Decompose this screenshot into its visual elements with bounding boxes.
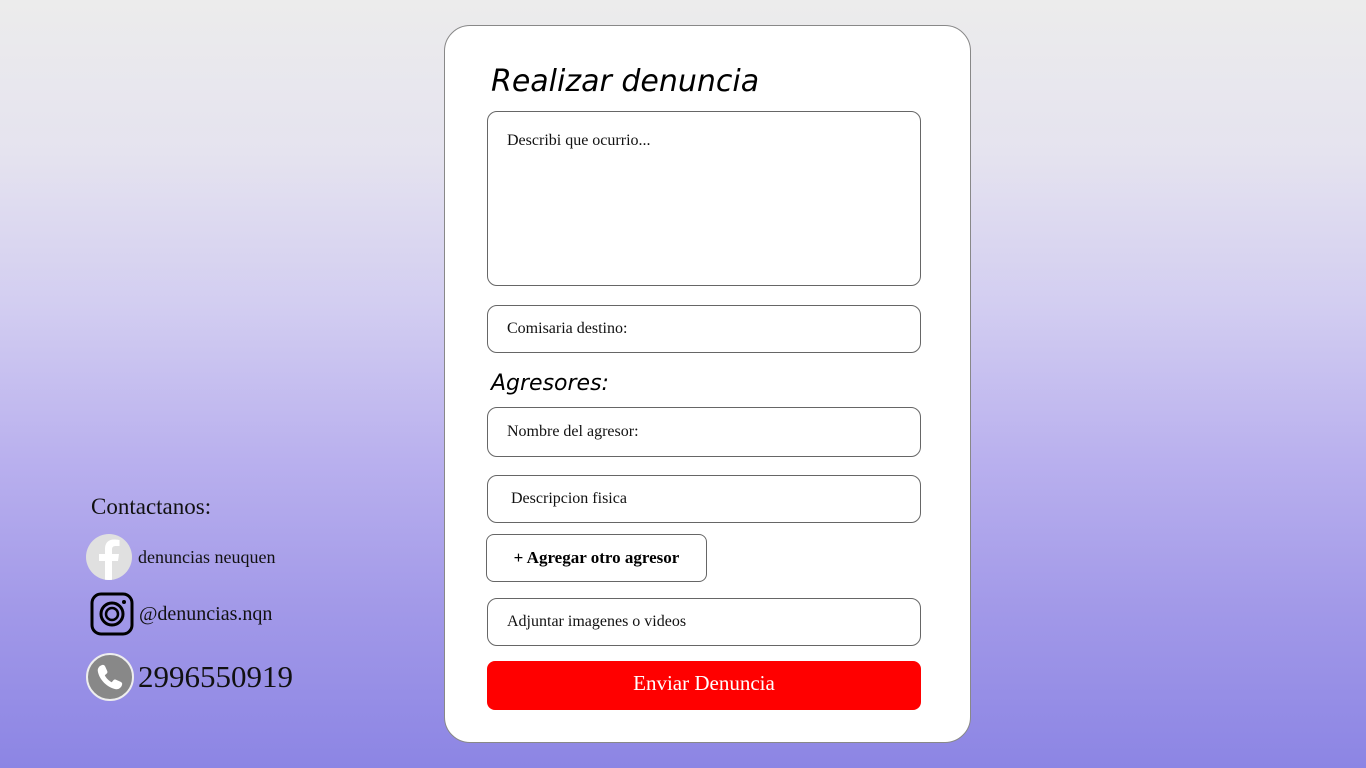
agresores-heading: Agresores: <box>491 371 609 396</box>
agresor-name-placeholder: Nombre del agresor: <box>507 423 639 440</box>
agresor-description-field[interactable]: Descripcion fisica <box>487 475 921 523</box>
page-title: Realizar denuncia <box>491 64 760 99</box>
contact-instagram[interactable]: @denuncias.nqn <box>86 592 272 636</box>
facebook-handle: denuncias neuquen <box>138 546 276 567</box>
attach-media-label: Adjuntar imagenes o videos <box>507 613 687 630</box>
agresor-description-placeholder: Descripcion fisica <box>511 490 627 507</box>
instagram-handle: @denuncias.nqn <box>139 602 273 625</box>
attach-media-button[interactable]: Adjuntar imagenes o videos <box>487 598 921 646</box>
instagram-icon <box>90 592 134 636</box>
submit-label: Enviar Denuncia <box>633 671 775 695</box>
description-placeholder: Describi que ocurrio... <box>507 132 651 149</box>
submit-button[interactable]: Enviar Denuncia <box>487 661 921 710</box>
agresor-name-field[interactable]: Nombre del agresor: <box>487 407 921 457</box>
phone-number: 2996550919 <box>138 659 293 694</box>
contact-phone[interactable]: 2996550919 <box>86 653 293 701</box>
facebook-icon <box>86 534 132 580</box>
contact-facebook[interactable]: denuncias neuquen <box>86 534 275 580</box>
contact-title: Contactanos: <box>91 494 212 519</box>
phone-icon <box>86 653 134 701</box>
denuncia-form-card: Realizar denuncia Describi que ocurrio..… <box>444 25 971 743</box>
comisaria-placeholder: Comisaria destino: <box>507 320 628 337</box>
add-agresor-label: + Agregar otro agresor <box>513 548 680 567</box>
description-textarea[interactable]: Describi que ocurrio... <box>487 111 921 286</box>
comisaria-field[interactable]: Comisaria destino: <box>487 305 921 353</box>
add-agresor-button[interactable]: + Agregar otro agresor <box>486 534 707 582</box>
